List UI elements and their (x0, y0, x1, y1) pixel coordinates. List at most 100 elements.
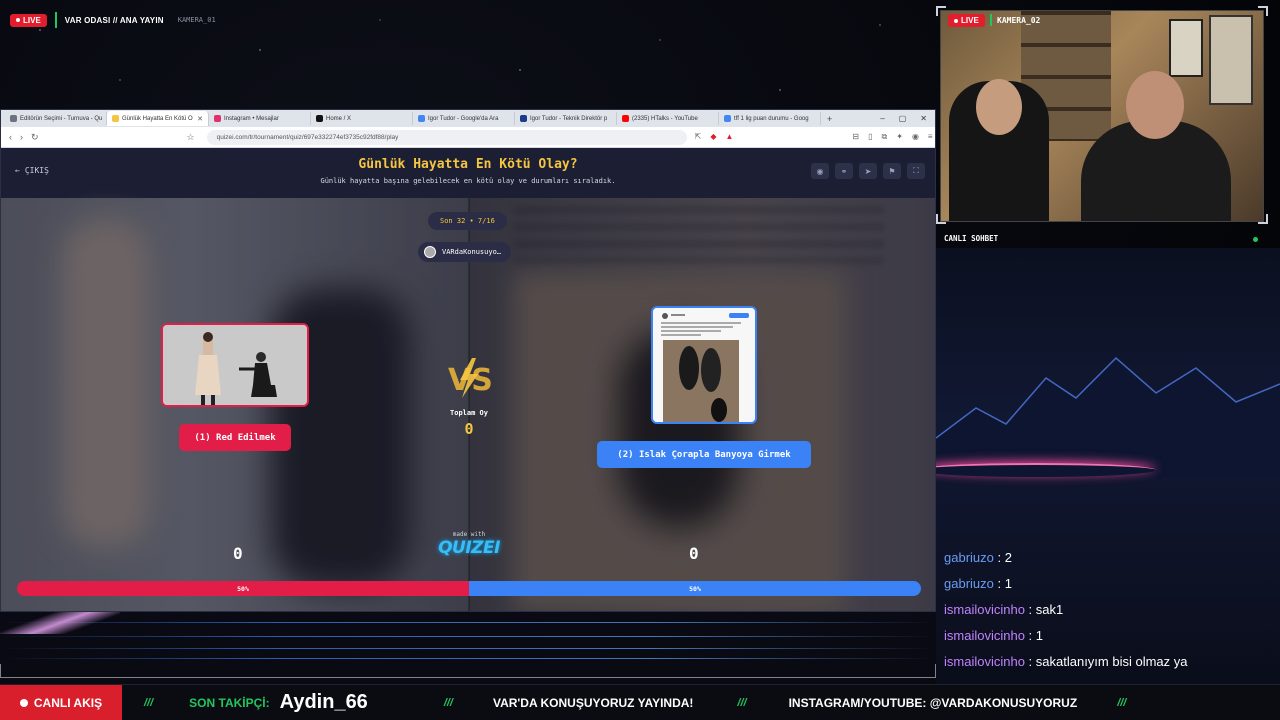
camera2-text: KAMERA_02 (997, 15, 1041, 25)
flag-icon[interactable]: ⚑ (883, 163, 901, 179)
progress-left: 50% (17, 581, 469, 596)
header-separator (54, 12, 57, 28)
live-dot-icon (954, 18, 958, 23)
progress-right: 50% (469, 581, 921, 596)
quiz-subtitle: Günlük hayatta başına gelebilecek en köt… (320, 177, 616, 185)
frame-edge (0, 664, 936, 678)
floor-line (0, 622, 936, 623)
floor-line (0, 636, 936, 637)
maximize-icon[interactable]: ▢ (899, 114, 907, 123)
profile-icon[interactable]: ◉ (912, 132, 919, 142)
vs-lightning-icon: VS (448, 358, 492, 398)
tab-label: Günlük Hayatta En Kötü O (122, 115, 193, 122)
stream-title: VAR ODASI // ANA YAYIN (64, 15, 164, 25)
tab-favicon-icon (214, 115, 221, 122)
back-arrow-icon[interactable]: ‹ (9, 132, 12, 142)
live-dot-icon (16, 18, 20, 22)
browser-tab[interactable]: Instagram • Mesajlar (209, 112, 311, 125)
chat-text: : 2 (997, 550, 1012, 565)
ticker-separator: /// (144, 696, 154, 709)
warning-icon[interactable]: ▲ (725, 132, 733, 142)
fullscreen-icon[interactable]: ⛶ (907, 163, 925, 179)
browser-tab[interactable]: Igor Tudor - Google'da Ara (413, 112, 515, 125)
tab-favicon-icon (418, 115, 425, 122)
votes-left: 0 (233, 544, 243, 563)
ticker-separator: /// (737, 696, 747, 709)
tab-favicon-icon (520, 115, 527, 122)
option-left-image[interactable] (161, 323, 309, 407)
reload-icon[interactable]: ↻ (31, 132, 39, 143)
tab-close-icon[interactable]: ✕ (197, 115, 203, 123)
window-controls: – ▢ ✕ (880, 114, 935, 123)
eye-icon[interactable]: ◉ (811, 163, 829, 179)
pink-light-streak (0, 612, 120, 634)
chat-user: ismailovicinho (944, 628, 1025, 643)
chat-user: gabriuzo (944, 550, 994, 565)
option-right-image[interactable] (651, 306, 757, 424)
live-label: LIVE (23, 15, 41, 25)
live-badge: LIVE (10, 13, 47, 27)
tab-label: (2335) HTalks - YouTube (632, 115, 698, 122)
option-right-button[interactable]: (2) Islak Çorapla Banyoya Girmek (597, 441, 811, 468)
ticker-separator: /// (1117, 696, 1127, 709)
extension-icon[interactable]: ◆ (710, 132, 716, 142)
tab-bar: Editörün Seçimi - Turnuva - Qu Günlük Ha… (1, 110, 935, 127)
user-pill: VARdaKonusuyo… (418, 242, 512, 262)
link-icon[interactable]: ⚭ (835, 163, 853, 179)
ticker-social: INSTAGRAM/YOUTUBE: @VARDAKONUSUYORUZ (788, 695, 1078, 710)
tab-label: Home / X (326, 115, 352, 122)
browser-tab[interactable]: Home / X (311, 112, 413, 125)
ticker-separator: /// (443, 696, 453, 709)
bookmark-icon[interactable]: ☆ (187, 132, 195, 143)
share-icon[interactable]: ⇱ (695, 132, 702, 142)
host-right-head (1126, 71, 1184, 139)
chat-text: : sak1 (1028, 602, 1064, 617)
tab-label: Igor Tudor - Google'da Ara (428, 115, 499, 122)
live-dot-icon (19, 698, 28, 707)
browser-tab[interactable]: Editörün Seçimi - Turnuva - Qu (5, 112, 107, 125)
forward-arrow-icon[interactable]: › (20, 132, 23, 142)
cam-corner (1258, 214, 1268, 224)
menu-icon[interactable]: ≡ (928, 132, 933, 142)
extensions-puzzle-icon[interactable]: ✦ (896, 132, 903, 142)
chat-user: ismailovicinho (944, 654, 1025, 669)
tab-favicon-icon (112, 115, 119, 122)
chat-message: gabriuzo : 1 (944, 576, 1274, 602)
browser-tab[interactable]: Igor Tudor - Teknik Direktör p (515, 112, 617, 125)
screenshot-icon[interactable]: ⧉ (882, 132, 888, 142)
minimize-icon[interactable]: – (880, 114, 884, 123)
browser-tab[interactable]: tff 1 lig puan durumu - Goog (719, 112, 821, 125)
avatar (424, 246, 436, 258)
url-field[interactable]: quizei.com/tr/tournament/quiz/697e332274… (206, 129, 687, 145)
live-label: LIVE (961, 16, 979, 25)
chat-user: ismailovicinho (944, 602, 1025, 617)
chat-message: ismailovicinho : sakatlanıyım bisi olmaz… (944, 654, 1274, 680)
ticker-message: VAR'DA KONUŞUYORUZ YAYINDA! (492, 695, 694, 710)
stream-header: LIVE VAR ODASI // ANA YAYIN KAMERA_01 (10, 12, 216, 28)
tab-search-icon[interactable]: ⊟ (852, 132, 859, 142)
tab-label: tff 1 lig puan durumu - Goog (734, 115, 809, 122)
quiz-header: ← ÇIKIŞ Günlük Hayatta En Kötü Olay? Günl… (1, 148, 935, 198)
close-window-icon[interactable]: ✕ (920, 114, 927, 123)
wall-frame (1169, 19, 1203, 77)
vote-progress-bar: 50% 50% (17, 581, 921, 596)
quiz-toolbar: ◉ ⚭ ➤ ⚑ ⛶ (811, 163, 925, 179)
chat-message: ismailovicinho : 1 (944, 628, 1274, 654)
camera-live-badge: LIVE (948, 14, 985, 27)
cam-corner (936, 214, 946, 224)
quizei-logo[interactable]: QUIZEI (438, 538, 500, 558)
new-tab-icon[interactable]: + (827, 114, 832, 124)
browser-tab[interactable]: (2335) HTalks - YouTube (617, 112, 719, 125)
chat-header: CANLI SOHBET (944, 234, 999, 243)
send-icon[interactable]: ➤ (859, 163, 877, 179)
option-left-button[interactable]: (1) Red Edilmek (179, 424, 291, 451)
tab-favicon-icon (10, 115, 17, 122)
tab-favicon-icon (622, 115, 629, 122)
cam-corner (936, 6, 946, 16)
browser-tab-active[interactable]: Günlük Hayatta En Kötü O ✕ (107, 111, 209, 126)
quiz-title: Günlük Hayatta En Kötü Olay? (358, 157, 578, 172)
sidebar-icon[interactable]: ▯ (868, 132, 872, 142)
last-follower-name: Aydin_66 (279, 691, 368, 713)
bottom-ticker: CANLI AKIŞ /// SON TAKİPÇİ: Aydin_66 ///… (0, 684, 1280, 720)
chat-user: gabriuzo (944, 576, 994, 591)
